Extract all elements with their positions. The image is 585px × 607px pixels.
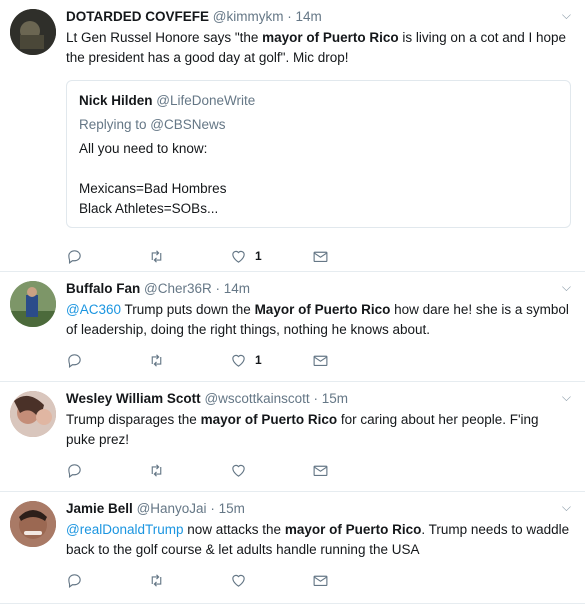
retweet-button[interactable] (148, 352, 230, 369)
text-segment: Trump disparages the (66, 412, 201, 427)
caret-down-icon[interactable]: ⌵ (562, 390, 571, 405)
tweet-header: Buffalo Fan @Cher36R · 14m (66, 280, 571, 298)
highlighted-keyword: Mayor of Puerto Rico (254, 302, 391, 317)
message-icon (313, 575, 328, 586)
avatar[interactable] (10, 281, 56, 327)
retweet-icon (151, 573, 162, 587)
like-button[interactable]: 1 (230, 248, 312, 265)
message-button[interactable] (312, 248, 394, 265)
retweet-icon (151, 463, 162, 477)
retweet-button[interactable] (148, 462, 230, 479)
caret-down-icon[interactable]: ⌵ (562, 500, 571, 515)
reply-button[interactable] (66, 248, 148, 265)
highlighted-keyword: mayor of Puerto Rico (262, 30, 399, 45)
message-button[interactable] (312, 352, 394, 369)
tweet[interactable]: ⌵ Buffalo Fan @Cher36R · 14m @AC360 Trum… (0, 272, 585, 382)
like-icon (232, 464, 245, 477)
display-name[interactable]: Buffalo Fan (66, 281, 140, 296)
quoted-line (79, 159, 558, 179)
display-name[interactable]: DOTARDED COVFEFE (66, 9, 209, 24)
highlighted-keyword: mayor of Puerto Rico (284, 522, 422, 537)
avatar[interactable] (10, 9, 56, 55)
retweet-icon (151, 353, 162, 367)
text-segment: Lt Gen Russel Honore says "the (66, 30, 263, 45)
separator: · (215, 281, 221, 296)
quoted-tweet[interactable]: Nick Hilden @LifeDoneWrite Replying to @… (66, 80, 571, 228)
display-name[interactable]: Jamie Bell (66, 501, 133, 516)
highlighted-keyword: mayor of Puerto Rico (200, 412, 338, 427)
like-button[interactable] (230, 572, 312, 589)
tweet-text: @realDonaldTrump now attacks the mayor o… (66, 520, 571, 560)
text-segment: Trump puts down the (120, 302, 255, 317)
handle[interactable]: @kimmykm (213, 9, 284, 24)
tweet-text: Trump disparages the mayor of Puerto Ric… (66, 410, 571, 450)
display-name[interactable]: Wesley William Scott (66, 391, 201, 406)
timestamp[interactable]: 15m (219, 501, 245, 516)
quoted-handle: @LifeDoneWrite (156, 93, 256, 108)
tweet-actions: 1 (66, 236, 571, 272)
tweet-text: @AC360 Trump puts down the Mayor of Puer… (66, 300, 571, 340)
message-icon (313, 251, 328, 262)
caret-down-icon[interactable]: ⌵ (562, 280, 571, 295)
reply-button[interactable] (66, 462, 148, 479)
timestamp[interactable]: 15m (322, 391, 348, 406)
message-button[interactable] (312, 462, 394, 479)
mention-link[interactable]: @realDonaldTrump (66, 522, 184, 537)
text-segment: now attacks the (183, 522, 285, 537)
quoted-display-name: Nick Hilden (79, 93, 153, 108)
reply-button[interactable] (66, 352, 148, 369)
like-icon (232, 574, 245, 587)
tweet-header: Wesley William Scott @wscottkainscott · … (66, 390, 571, 408)
tweet[interactable]: ⌵ Wesley William Scott @wscottkainscott … (0, 382, 585, 492)
quoted-line: Mexicans=Bad Hombres (79, 181, 227, 196)
separator: · (313, 391, 318, 406)
reply-icon (68, 249, 81, 264)
reply-button[interactable] (66, 572, 148, 589)
separator: · (287, 9, 292, 24)
message-button[interactable] (312, 572, 394, 589)
handle[interactable]: @wscottkainscott (204, 391, 309, 406)
reply-icon (68, 353, 81, 368)
tweet-actions: 1 (66, 340, 571, 376)
tweet[interactable]: ⌵ Jamie Bell @HanyoJai · 15m @realDonald… (0, 492, 585, 604)
like-button[interactable] (230, 462, 312, 479)
retweet-button[interactable] (148, 572, 230, 589)
mention-link[interactable]: @AC360 (66, 302, 121, 317)
timestamp[interactable]: 14m (224, 281, 250, 296)
avatar[interactable] (10, 501, 56, 547)
like-count: 1 (255, 353, 262, 367)
tweet-actions (66, 450, 571, 486)
retweet-button[interactable] (148, 248, 230, 265)
tweet-text: Lt Gen Russel Honore says "the mayor of … (66, 28, 571, 68)
quoted-line: Black Athletes=SOBs... (79, 201, 219, 216)
like-button[interactable]: 1 (230, 352, 312, 369)
handle[interactable]: @Cher36R (144, 281, 212, 296)
avatar[interactable] (10, 391, 56, 437)
separator: · (210, 501, 215, 516)
handle[interactable]: @HanyoJai (137, 501, 207, 516)
message-icon (313, 465, 328, 476)
like-icon (232, 250, 245, 263)
reply-icon (68, 573, 81, 588)
message-icon (313, 355, 328, 366)
tweet-actions (66, 560, 571, 596)
timestamp[interactable]: 14m (296, 9, 322, 24)
tweet-header: DOTARDED COVFEFE @kimmykm · 14m (66, 8, 571, 26)
replying-to: Replying to @CBSNews (79, 117, 226, 132)
caret-down-icon[interactable]: ⌵ (562, 8, 571, 23)
reply-icon (68, 463, 81, 478)
retweet-icon (151, 249, 162, 263)
like-count: 1 (255, 249, 262, 263)
tweet[interactable]: ⌵ DOTARDED COVFEFE @kimmykm · 14m Lt Gen… (0, 0, 585, 272)
timeline: ⌵ DOTARDED COVFEFE @kimmykm · 14m Lt Gen… (0, 0, 585, 604)
quoted-line: All you need to know: (79, 141, 208, 156)
like-icon (232, 354, 245, 367)
tweet-header: Jamie Bell @HanyoJai · 15m (66, 500, 571, 518)
